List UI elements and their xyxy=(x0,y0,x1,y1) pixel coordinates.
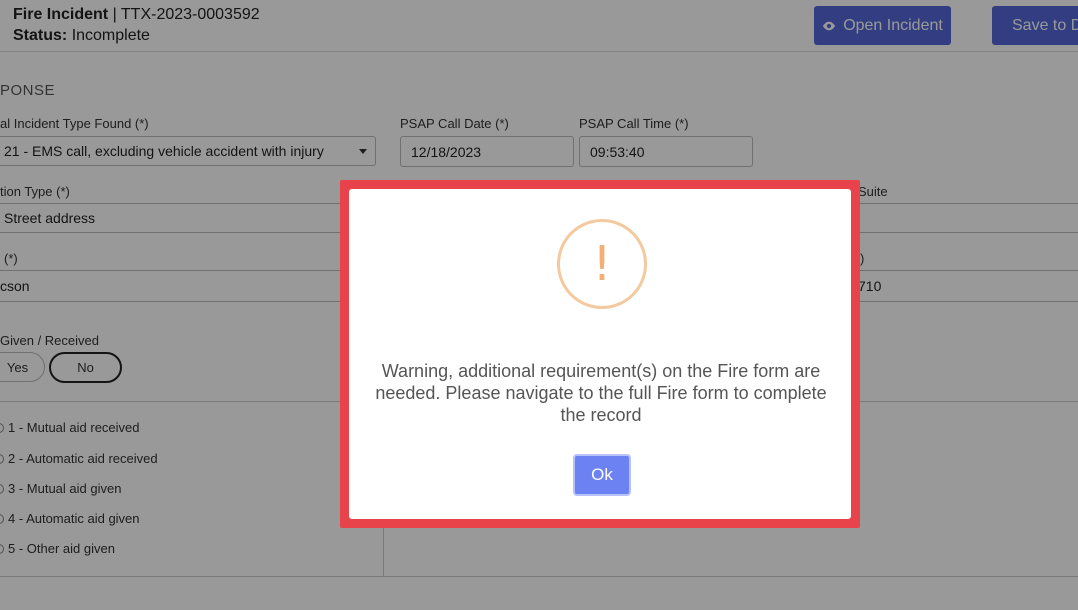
ok-button[interactable]: Ok xyxy=(573,454,631,496)
exclamation-icon: ! xyxy=(557,219,647,309)
modal-message: Warning, additional requirement(s) on th… xyxy=(375,361,827,425)
ok-label: Ok xyxy=(591,465,613,484)
exclamation-glyph: ! xyxy=(592,236,612,292)
